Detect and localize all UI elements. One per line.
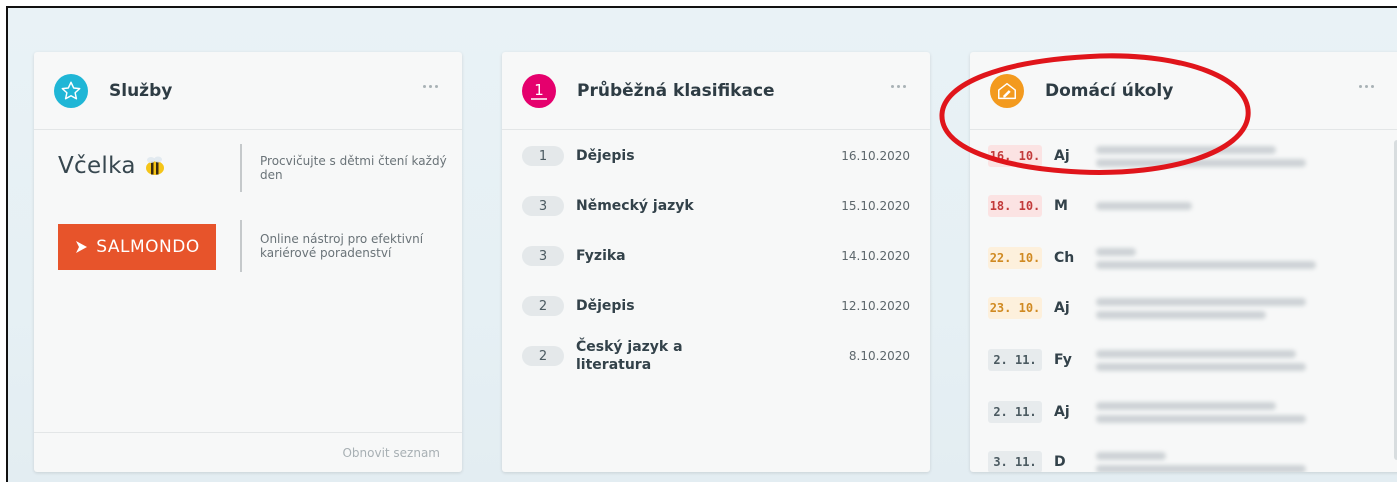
homework-description	[1096, 247, 1316, 269]
blurred-text	[1096, 145, 1276, 154]
homework-header: Domácí úkoly	[970, 52, 1397, 130]
grade-row[interactable]: 2 Český jazyk a literatura 8.10.2020	[522, 336, 910, 376]
grade-subject: Český jazyk a literatura	[576, 339, 683, 373]
homework-due-date: 22. 10.	[988, 247, 1042, 269]
homework-row[interactable]: 2. 11. Fy	[988, 340, 1370, 380]
homework-description	[1096, 451, 1306, 472]
more-menu-icon[interactable]	[1359, 85, 1374, 88]
divider	[240, 144, 242, 192]
grade-value: 2	[522, 296, 564, 316]
grade-value: 1	[522, 146, 564, 166]
grade-subject: Fyzika	[576, 248, 626, 264]
blurred-text	[1096, 464, 1306, 472]
homework-row[interactable]: 2. 11. Aj	[988, 392, 1370, 432]
service-description: Online nástroj pro efektivní kariérové p…	[260, 232, 424, 260]
services-header: Služby	[34, 52, 462, 130]
service-description: Procvičujte s dětmi čtení každý den	[260, 154, 447, 182]
homework-description	[1096, 349, 1306, 371]
card-title: Průběžná klasifikace	[577, 80, 775, 101]
card-title: Služby	[109, 80, 173, 101]
homework-description	[1096, 202, 1192, 210]
homework-subject: Ch	[1054, 250, 1075, 266]
services-footer: Obnovit seznam	[34, 432, 462, 472]
grade-subject: Dějepis	[576, 148, 635, 164]
homework-subject: Aj	[1054, 148, 1070, 164]
blurred-text	[1096, 451, 1166, 460]
homework-due-date: 2. 11.	[988, 401, 1042, 423]
divider	[240, 220, 242, 272]
homework-description	[1096, 145, 1306, 167]
blurred-text	[1096, 401, 1276, 410]
homework-due-date: 18. 10.	[988, 195, 1042, 217]
homework-card: Domácí úkoly 16. 10. Aj 18. 10. M 22. 10. Ch 2…	[970, 52, 1397, 472]
homework-description	[1096, 297, 1306, 319]
star-icon	[54, 73, 88, 108]
refresh-list-link[interactable]: Obnovit seznam	[342, 446, 440, 460]
grade-row[interactable]: 3 Německý jazyk 15.10.2020	[522, 186, 910, 226]
homework-due-date: 3. 11.	[988, 451, 1042, 472]
grade-value: 3	[522, 196, 564, 216]
more-menu-icon[interactable]	[891, 85, 906, 88]
homework-subject: Aj	[1054, 300, 1070, 316]
homework-row[interactable]: 22. 10. Ch	[988, 238, 1370, 278]
homework-row[interactable]: 3. 11. D	[988, 442, 1370, 472]
homework-row[interactable]: 18. 10. M	[988, 186, 1370, 226]
grades-header: 1 Průběžná klasifikace	[502, 52, 930, 130]
grade-subject: Německý jazyk	[576, 198, 694, 214]
homework-due-date: 16. 10.	[988, 145, 1042, 167]
homework-row[interactable]: 16. 10. Aj	[988, 136, 1370, 176]
grade-date: 12.10.2020	[841, 299, 910, 313]
grade-date: 8.10.2020	[848, 349, 910, 363]
blurred-text	[1096, 297, 1306, 306]
grade-date: 14.10.2020	[841, 249, 910, 263]
blurred-text	[1096, 158, 1306, 167]
svg-text:1: 1	[534, 81, 544, 99]
homework-subject: Fy	[1054, 352, 1072, 368]
play-icon	[76, 241, 88, 253]
blurred-text	[1096, 247, 1136, 256]
salmondo-label: SALMONDO	[96, 237, 200, 257]
vcelka-link[interactable]: Včelka	[58, 148, 168, 184]
bee-icon	[145, 156, 164, 175]
blurred-text	[1096, 260, 1316, 269]
salmondo-link[interactable]: SALMONDO	[58, 224, 216, 270]
more-menu-icon[interactable]	[423, 85, 438, 88]
vcelka-logo: Včelka	[58, 153, 136, 179]
homework-description	[1096, 401, 1306, 423]
grade-subject: Dějepis	[576, 298, 635, 314]
grades-card: 1 Průběžná klasifikace 1 Dějepis 16.10.202…	[502, 52, 930, 472]
homework-due-date: 2. 11.	[988, 349, 1042, 371]
grade-date: 16.10.2020	[841, 149, 910, 163]
blurred-text	[1096, 362, 1306, 371]
blurred-text	[1096, 349, 1296, 358]
homework-subject: D	[1054, 454, 1066, 470]
services-card: Služby Včelka Procvičujte s dětmi čtení …	[34, 52, 462, 472]
blurred-text	[1096, 310, 1266, 319]
grade-value: 3	[522, 246, 564, 266]
card-title: Domácí úkoly	[1045, 80, 1174, 101]
grade-row[interactable]: 3 Fyzika 14.10.2020	[522, 236, 910, 276]
grade-row[interactable]: 1 Dějepis 16.10.2020	[522, 136, 910, 176]
homework-icon	[990, 73, 1024, 108]
homework-row[interactable]: 23. 10. Aj	[988, 288, 1370, 328]
grade-value: 2	[522, 346, 564, 366]
blurred-text	[1096, 414, 1306, 423]
salmondo-logo: SALMONDO	[58, 224, 216, 270]
grade-date: 15.10.2020	[841, 199, 910, 213]
grade-icon: 1	[522, 73, 556, 108]
homework-due-date: 23. 10.	[988, 297, 1042, 319]
grade-row[interactable]: 2 Dějepis 12.10.2020	[522, 286, 910, 326]
dashboard: Služby Včelka Procvičujte s dětmi čtení …	[6, 6, 1397, 482]
homework-subject: M	[1054, 198, 1068, 214]
homework-subject: Aj	[1054, 404, 1070, 420]
blurred-text	[1096, 202, 1192, 210]
